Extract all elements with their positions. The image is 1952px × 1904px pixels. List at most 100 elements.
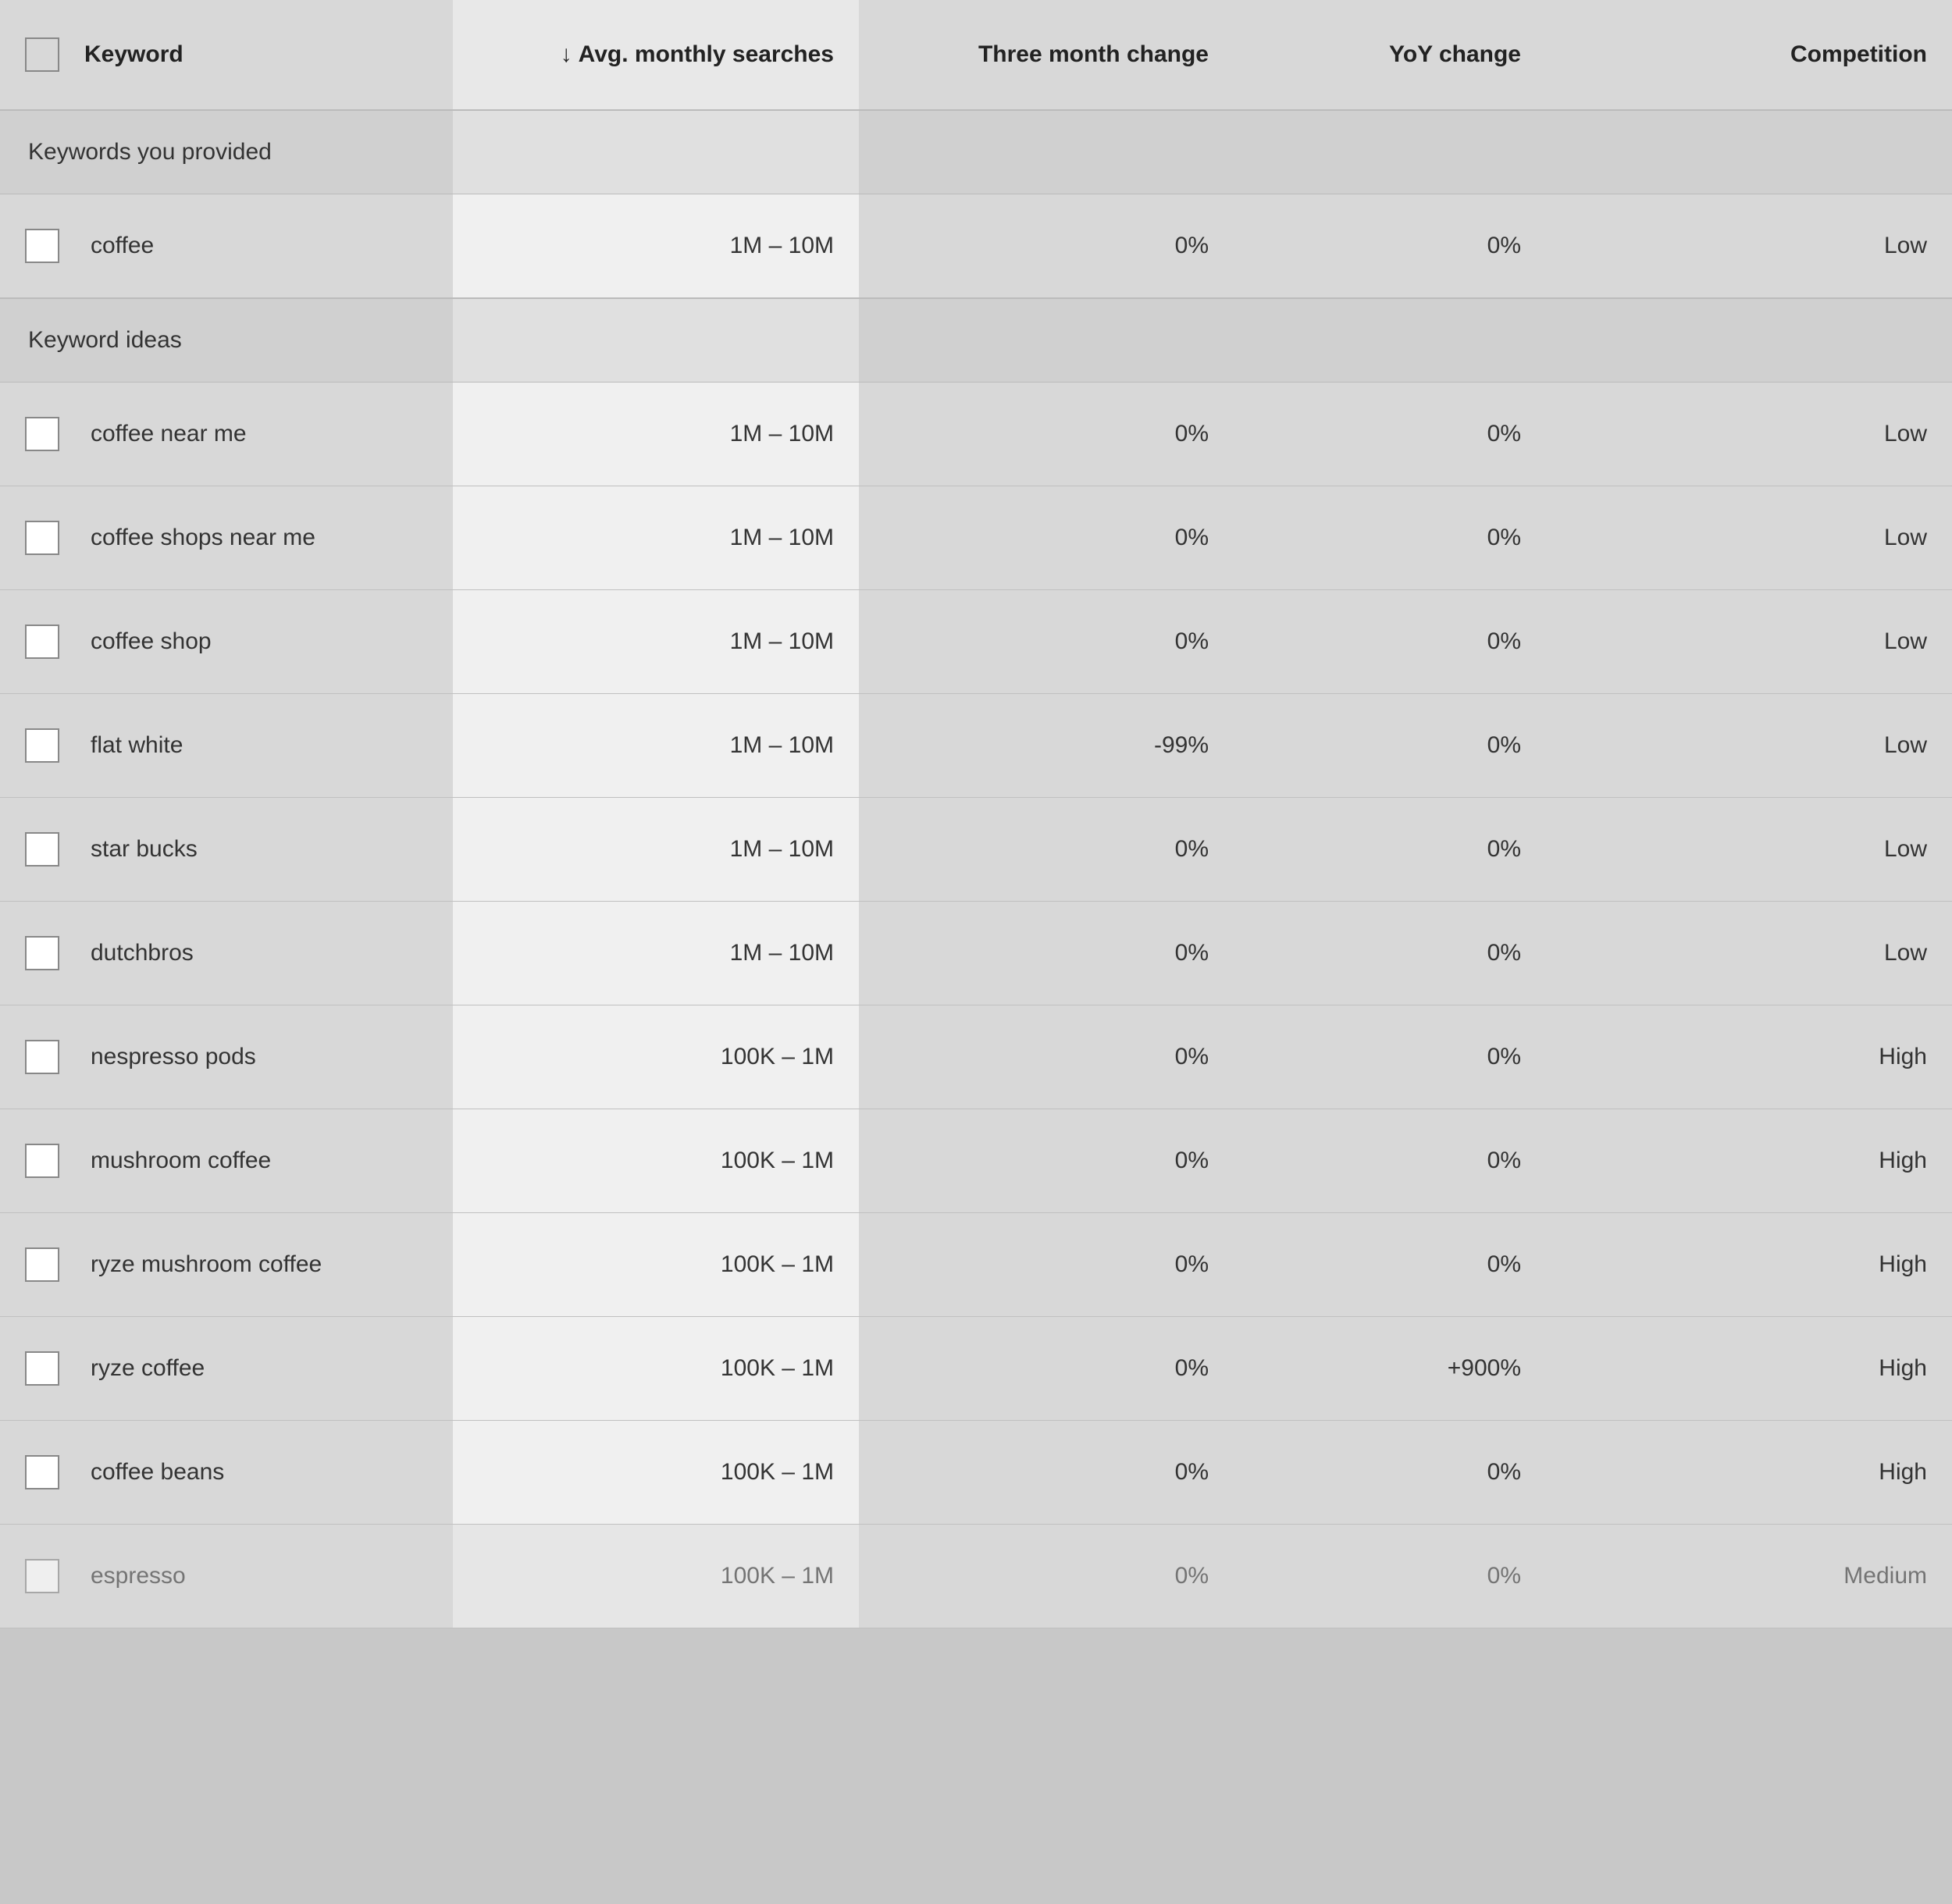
competition-cell: High (1546, 1421, 1952, 1525)
header-checkbox[interactable] (25, 37, 59, 72)
competition-cell: Low (1546, 798, 1952, 902)
keyword-text: star bucks (91, 836, 198, 863)
keyword-cell: flat white (0, 694, 453, 798)
keyword-text: espresso (91, 1563, 186, 1589)
keyword-text: coffee (91, 233, 154, 259)
keyword-cell: coffee near me (0, 383, 453, 486)
table-row: coffee near me 1M – 10M 0% 0% Low (0, 383, 1952, 486)
keyword-cell: espresso (0, 1525, 453, 1628)
keyword-text: coffee shops near me (91, 525, 315, 551)
three-month-cell: 0% (859, 1005, 1234, 1109)
yoy-cell: 0% (1234, 383, 1546, 486)
three-month-label: Three month change (978, 41, 1209, 67)
yoy-cell: 0% (1234, 486, 1546, 590)
table-row: nespresso pods 100K – 1M 0% 0% High (0, 1005, 1952, 1109)
row-checkbox[interactable] (25, 1455, 59, 1489)
avg-searches-cell: 100K – 1M (453, 1421, 859, 1525)
yoy-cell: 0% (1234, 1213, 1546, 1317)
yoy-cell: 0% (1234, 590, 1546, 694)
three-month-header[interactable]: Three month change (859, 0, 1234, 110)
row-checkbox[interactable] (25, 229, 59, 263)
avg-searches-header[interactable]: ↓ Avg. monthly searches (453, 0, 859, 110)
keyword-text: coffee beans (91, 1459, 224, 1486)
table-row: dutchbros 1M – 10M 0% 0% Low (0, 902, 1952, 1005)
row-checkbox[interactable] (25, 1040, 59, 1074)
table-row: coffee 1M – 10M 0% 0% Low (0, 194, 1952, 299)
three-month-cell: 0% (859, 1213, 1234, 1317)
competition-cell: Low (1546, 694, 1952, 798)
avg-searches-cell: 100K – 1M (453, 1005, 859, 1109)
table-row: coffee shop 1M – 10M 0% 0% Low (0, 590, 1952, 694)
table-row: espresso 100K – 1M 0% 0% Medium (0, 1525, 1952, 1628)
row-checkbox[interactable] (25, 1247, 59, 1282)
section-label: Keyword ideas (0, 298, 453, 383)
three-month-cell: 0% (859, 383, 1234, 486)
yoy-header[interactable]: YoY change (1234, 0, 1546, 110)
row-checkbox[interactable] (25, 936, 59, 970)
keyword-text: flat white (91, 732, 183, 759)
three-month-cell: 0% (859, 1317, 1234, 1421)
keyword-cell: star bucks (0, 798, 453, 902)
competition-cell: High (1546, 1213, 1952, 1317)
keyword-header: Keyword (0, 0, 453, 110)
sort-descending-icon: ↓ (561, 41, 572, 68)
three-month-cell: 0% (859, 590, 1234, 694)
keyword-text: coffee shop (91, 628, 212, 655)
competition-label: Competition (1790, 41, 1927, 67)
three-month-cell: 0% (859, 902, 1234, 1005)
avg-searches-cell: 1M – 10M (453, 694, 859, 798)
keyword-cell: coffee beans (0, 1421, 453, 1525)
yoy-cell: 0% (1234, 194, 1546, 299)
table-row: coffee shops near me 1M – 10M 0% 0% Low (0, 486, 1952, 590)
section-header-provided: Keywords you provided (0, 110, 1952, 194)
keyword-cell: coffee (0, 194, 453, 299)
keyword-text: ryze mushroom coffee (91, 1251, 322, 1278)
section-header-ideas: Keyword ideas (0, 298, 1952, 383)
avg-searches-cell: 1M – 10M (453, 486, 859, 590)
competition-cell: Low (1546, 194, 1952, 299)
keyword-cell: mushroom coffee (0, 1109, 453, 1213)
keyword-planner-table: Keyword ↓ Avg. monthly searches Three mon… (0, 0, 1952, 1904)
yoy-cell: +900% (1234, 1317, 1546, 1421)
row-checkbox[interactable] (25, 625, 59, 659)
competition-cell: Low (1546, 902, 1952, 1005)
section-label: Keywords you provided (0, 110, 453, 194)
keyword-text: ryze coffee (91, 1355, 205, 1382)
avg-searches-cell: 1M – 10M (453, 590, 859, 694)
keyword-cell: nespresso pods (0, 1005, 453, 1109)
avg-searches-cell: 100K – 1M (453, 1109, 859, 1213)
competition-cell: Low (1546, 590, 1952, 694)
keyword-cell: ryze coffee (0, 1317, 453, 1421)
keyword-cell: ryze mushroom coffee (0, 1213, 453, 1317)
table-row: ryze coffee 100K – 1M 0% +900% High (0, 1317, 1952, 1421)
yoy-cell: 0% (1234, 798, 1546, 902)
three-month-cell: 0% (859, 1109, 1234, 1213)
row-checkbox[interactable] (25, 417, 59, 451)
yoy-cell: 0% (1234, 1525, 1546, 1628)
table-row: flat white 1M – 10M -99% 0% Low (0, 694, 1952, 798)
row-checkbox[interactable] (25, 1144, 59, 1178)
three-month-cell: 0% (859, 1421, 1234, 1525)
table-row: star bucks 1M – 10M 0% 0% Low (0, 798, 1952, 902)
row-checkbox[interactable] (25, 728, 59, 763)
three-month-cell: 0% (859, 194, 1234, 299)
competition-header[interactable]: Competition (1546, 0, 1952, 110)
table-header: Keyword ↓ Avg. monthly searches Three mon… (0, 0, 1952, 110)
keyword-text: mushroom coffee (91, 1148, 271, 1174)
avg-searches-cell: 1M – 10M (453, 798, 859, 902)
yoy-cell: 0% (1234, 694, 1546, 798)
row-checkbox[interactable] (25, 1559, 59, 1593)
avg-searches-label: Avg. monthly searches (579, 41, 834, 67)
competition-cell: Low (1546, 383, 1952, 486)
table-row: mushroom coffee 100K – 1M 0% 0% High (0, 1109, 1952, 1213)
row-checkbox[interactable] (25, 1351, 59, 1386)
keyword-column-label: Keyword (84, 41, 183, 68)
yoy-cell: 0% (1234, 1005, 1546, 1109)
avg-searches-cell: 100K – 1M (453, 1213, 859, 1317)
avg-searches-cell: 100K – 1M (453, 1317, 859, 1421)
row-checkbox[interactable] (25, 521, 59, 555)
row-checkbox[interactable] (25, 832, 59, 867)
keyword-text: dutchbros (91, 940, 194, 966)
competition-cell: High (1546, 1317, 1952, 1421)
yoy-cell: 0% (1234, 1421, 1546, 1525)
